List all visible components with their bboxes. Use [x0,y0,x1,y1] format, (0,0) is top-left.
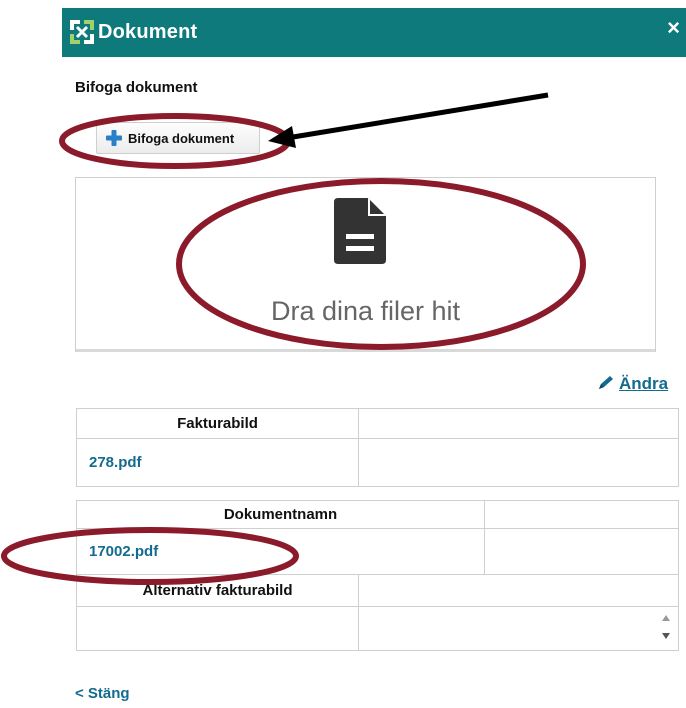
empty-cell [358,438,679,487]
edit-link[interactable]: Ändra [597,374,668,394]
invoice-file-link[interactable]: 278.pdf [89,454,142,471]
document-file-link[interactable]: 17002.pdf [89,543,158,560]
empty-cell [484,500,679,529]
close-icon[interactable]: × [667,17,680,39]
table-cell: 17002.pdf [76,528,485,575]
app-logo-icon [70,20,94,44]
close-link[interactable]: < Stäng [75,685,130,702]
alternative-invoice-table: Alternativ fakturabild [76,574,679,651]
scroll-down-icon[interactable] [662,633,670,639]
column-header-document-name: Dokumentnamn [76,500,485,529]
dropzone-text: Dra dina filer hit [270,296,461,326]
invoice-image-table: Fakturabild 278.pdf [76,408,679,487]
attach-button-label: Bifoga dokument [128,131,235,146]
attach-document-button[interactable]: Bifoga dokument [96,122,260,154]
table-cell: 278.pdf [76,438,359,487]
scroll-cell [358,606,679,651]
scroll-up-icon[interactable] [662,615,670,621]
annotation-arrowhead [268,126,296,148]
column-header-invoice-image: Fakturabild [76,408,359,439]
column-header-alternative-invoice: Alternativ fakturabild [76,574,359,607]
empty-cell [484,528,679,575]
empty-cell [358,574,679,607]
dropzone-divider [76,349,655,352]
edit-label: Ändra [619,374,669,393]
plus-icon [106,130,122,146]
scrollbar[interactable] [660,613,672,643]
annotation-arrow [286,92,549,141]
document-icon [334,198,386,264]
dialog-title: Dokument [98,21,198,43]
empty-cell [76,606,359,651]
pencil-icon [599,376,613,389]
empty-cell [358,408,679,439]
section-title: Bifoga dokument [75,79,198,96]
documents-table: Dokumentnamn 17002.pdf [76,500,679,575]
dialog-header: Dokument × [62,8,686,57]
file-dropzone[interactable]: Dra dina filer hit [75,177,656,352]
